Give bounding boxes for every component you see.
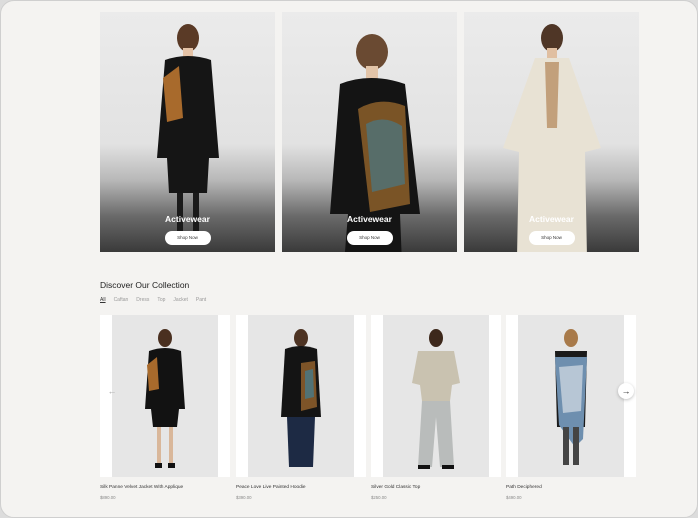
product-price: $890.00 [100,495,116,500]
hero-card-title: Activewear [529,214,574,224]
hero-card-2[interactable]: Activewear Shop Now [282,12,457,252]
shop-now-button[interactable]: Shop Now [164,231,211,245]
filter-tab-all[interactable]: All [100,297,106,303]
filter-tab-caftan[interactable]: Caftan [114,297,129,303]
product-price: $490.00 [506,495,522,500]
filter-tab-pant[interactable]: Pant [196,297,206,303]
filter-tab-dress[interactable]: Dress [136,297,149,303]
model-image [555,329,587,465]
category-filter-tabs: All Caftan Dress Top Jacket Pant [100,297,206,303]
product-name[interactable]: Path Deciphered [506,485,542,490]
model-image [281,329,321,467]
shop-now-button[interactable]: Shop Now [528,231,575,245]
product-name[interactable]: Silver Gold Classic Top [371,485,420,490]
product-price: $250.00 [371,495,387,500]
product-price: $390.00 [236,495,252,500]
shop-now-button[interactable]: Shop Now [346,231,393,245]
product-carousel: Silk Panne Velvet Jacket With Applique $… [100,315,640,505]
filter-tab-jacket[interactable]: Jacket [173,297,187,303]
product-name[interactable]: Peace Love Live Painted Hoodie [236,485,306,490]
filter-tab-top[interactable]: Top [157,297,165,303]
product-image[interactable] [371,315,501,477]
product-name[interactable]: Silk Panne Velvet Jacket With Applique [100,485,183,490]
product-image[interactable] [506,315,636,477]
carousel-prev-arrow-icon[interactable]: ← [104,383,120,399]
hero-card-title: Activewear [165,214,210,224]
model-image [145,329,185,468]
product-image[interactable] [236,315,366,477]
model-image [412,329,460,469]
carousel-next-arrow-icon[interactable]: → [618,383,634,399]
page-frame: Activewear Shop Now Activewear Shop Now … [0,0,698,518]
product-image[interactable] [100,315,230,477]
hero-card-3[interactable]: Activewear Shop Now [464,12,639,252]
hero-card-1[interactable]: Activewear Shop Now [100,12,275,252]
collection-title: Discover Our Collection [100,280,190,290]
hero-card-title: Activewear [347,214,392,224]
